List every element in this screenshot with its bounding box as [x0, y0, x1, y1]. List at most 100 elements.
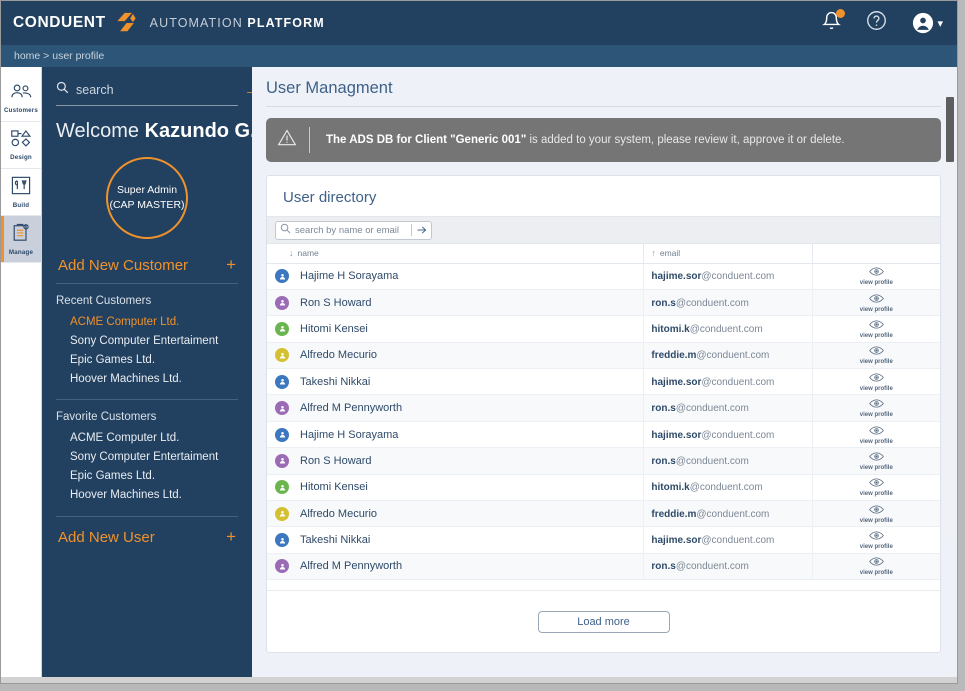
- view-profile-button[interactable]: view profile: [813, 293, 940, 313]
- user-avatar-icon[interactable]: ▾: [912, 12, 943, 34]
- brand-logo[interactable]: CONDUENT: [13, 12, 138, 34]
- add-new-customer-button[interactable]: Add New Customer +: [56, 255, 238, 284]
- question-circle-icon[interactable]: [866, 10, 887, 36]
- cell-name: Hajime H Sorayama: [267, 263, 644, 290]
- avatar: [275, 506, 289, 521]
- eye-icon: [869, 293, 884, 307]
- eye-icon: [869, 319, 884, 333]
- column-header-name-label: name: [297, 248, 319, 259]
- email-text: hajime.sor@conduent.com: [651, 535, 775, 547]
- cell-email: hajime.sor@conduent.com: [643, 421, 813, 449]
- scrollbar-thumb[interactable]: [946, 97, 954, 162]
- table-row[interactable]: Takeshi Nikkai hajime.sor@conduent.com vie…: [267, 368, 940, 396]
- list-item[interactable]: Epic Games Ltd.: [56, 350, 238, 369]
- table-row[interactable]: Hitomi Kensei hitomi.k@conduent.com view p…: [267, 315, 940, 343]
- sidebar-item-customers[interactable]: Customers: [1, 75, 41, 122]
- breadcrumb-text: home > user profile: [14, 50, 105, 62]
- card-title: User directory: [267, 176, 940, 217]
- table-row[interactable]: Hajime H Sorayama hajime.sor@conduent.com…: [267, 421, 940, 449]
- user-directory-table: ↓ name ↑ email Hajime H Sorayama hajime.sor…: [267, 244, 940, 581]
- notification-badge: [836, 9, 846, 18]
- avatar: [275, 269, 289, 284]
- role-line-2: (CAP MASTER): [109, 199, 185, 211]
- header-actions: ▾: [822, 9, 943, 36]
- cell-name: Takeshi Nikkai: [267, 526, 644, 554]
- platform-bold: PLATFORM: [247, 16, 325, 30]
- cell-email: hitomi.k@conduent.com: [643, 315, 813, 343]
- cell-actions: view profile: [811, 421, 940, 449]
- sidebar-item-design[interactable]: Design: [1, 122, 41, 169]
- email-text: freddie.m@conduent.com: [651, 508, 770, 520]
- cell-actions: view profile: [811, 342, 940, 370]
- view-profile-button[interactable]: view profile: [813, 319, 940, 339]
- view-profile-label: view profile: [859, 544, 893, 551]
- table-row[interactable]: Ron S Howard ron.s@conduent.com view profi…: [267, 289, 940, 317]
- table-row[interactable]: Alfred M Pennyworth ron.s@conduent.com vie…: [267, 553, 940, 581]
- add-new-customer-label: Add New Customer: [58, 256, 189, 274]
- view-profile-button[interactable]: view profile: [813, 345, 940, 365]
- table-row[interactable]: Takeshi Nikkai hajime.sor@conduent.com vie…: [267, 526, 940, 554]
- table-body: Hajime H Sorayama hajime.sor@conduent.com…: [267, 263, 940, 581]
- view-profile-button[interactable]: view profile: [813, 425, 940, 445]
- cell-name: Alfredo Mecurio: [267, 342, 644, 370]
- view-profile-button[interactable]: view profile: [813, 530, 940, 550]
- panel-search[interactable]: →: [56, 81, 259, 106]
- chevron-down-icon: ▾: [937, 17, 943, 30]
- user-directory-card: User directory search by name or email ↓…: [266, 175, 941, 653]
- view-profile-button[interactable]: view profile: [813, 398, 940, 418]
- view-profile-button[interactable]: view profile: [813, 477, 940, 497]
- window-bottom-edge: [1, 677, 957, 683]
- eye-icon: [869, 372, 884, 386]
- user-name-text: Alfredo Mecurio: [300, 507, 378, 520]
- table-row[interactable]: Hajime H Sorayama hajime.sor@conduent.com…: [267, 263, 940, 290]
- alert-message-bold: The ADS DB for Client "Generic 001": [326, 134, 527, 146]
- table-row[interactable]: Alfredo Mecurio freddie.m@conduent.com vie…: [267, 500, 940, 528]
- view-profile-button[interactable]: view profile: [813, 372, 940, 392]
- load-more-button[interactable]: Load more: [537, 610, 670, 633]
- table-row[interactable]: Ron S Howard ron.s@conduent.com view profi…: [267, 447, 940, 475]
- logo-wordmark: CONDUENT: [13, 14, 106, 31]
- main-content: User Managment The ADS DB for Client "Ge…: [252, 67, 957, 683]
- cell-actions: view profile: [811, 289, 940, 317]
- add-new-user-button[interactable]: Add New User +: [56, 516, 238, 547]
- user-name-text: Alfredo Mecurio: [300, 349, 378, 362]
- table-row[interactable]: Alfredo Mecurio freddie.m@conduent.com vie…: [267, 342, 940, 370]
- user-name-text: Alfred M Pennyworth: [300, 402, 403, 415]
- table-row[interactable]: Alfred M Pennyworth ron.s@conduent.com vie…: [267, 394, 940, 422]
- avatar: [275, 533, 289, 548]
- list-item[interactable]: Sony Computer Entertaiment: [56, 447, 238, 466]
- column-header-email[interactable]: ↑ email: [643, 244, 813, 264]
- cell-email: ron.s@conduent.com: [643, 553, 813, 581]
- view-profile-button[interactable]: view profile: [813, 451, 940, 471]
- email-text: ron.s@conduent.com: [651, 455, 749, 467]
- search-input[interactable]: [76, 83, 237, 97]
- view-profile-button[interactable]: view profile: [813, 556, 940, 576]
- cell-name: Hajime H Sorayama: [267, 421, 644, 449]
- view-profile-button[interactable]: view profile: [813, 504, 940, 524]
- sidebar-item-manage[interactable]: Manage: [1, 216, 41, 263]
- search-submit-arrow-right-icon[interactable]: [411, 224, 428, 236]
- column-header-name[interactable]: ↓ name: [267, 244, 644, 264]
- list-item[interactable]: Hoover Machines Ltd.: [56, 485, 238, 504]
- cell-name: Ron S Howard: [267, 289, 644, 317]
- list-item[interactable]: ACME Computer Ltd.: [56, 312, 238, 331]
- avatar: [275, 559, 289, 574]
- table-row[interactable]: Hitomi Kensei hitomi.k@conduent.com view p…: [267, 474, 940, 502]
- breadcrumb[interactable]: home > user profile: [1, 45, 957, 67]
- list-item[interactable]: Sony Computer Entertaiment: [56, 331, 238, 350]
- cell-actions: view profile: [811, 500, 940, 528]
- eye-icon: [869, 451, 884, 465]
- sidebar-item-build[interactable]: Build: [1, 169, 41, 216]
- table-header-row: ↓ name ↑ email: [267, 244, 940, 264]
- plus-icon: +: [226, 527, 236, 546]
- search-input[interactable]: [295, 224, 407, 236]
- list-item[interactable]: Epic Games Ltd.: [56, 466, 238, 485]
- bell-icon[interactable]: [822, 9, 846, 35]
- list-item[interactable]: ACME Computer Ltd.: [56, 428, 238, 447]
- list-item[interactable]: Hoover Machines Ltd.: [56, 369, 238, 388]
- table-search[interactable]: [275, 220, 432, 240]
- vertical-scrollbar[interactable]: [946, 97, 954, 537]
- view-profile-button[interactable]: view profile: [813, 266, 940, 286]
- user-name-text: Hitomi Kensei: [300, 322, 368, 335]
- view-profile-label: view profile: [859, 306, 893, 313]
